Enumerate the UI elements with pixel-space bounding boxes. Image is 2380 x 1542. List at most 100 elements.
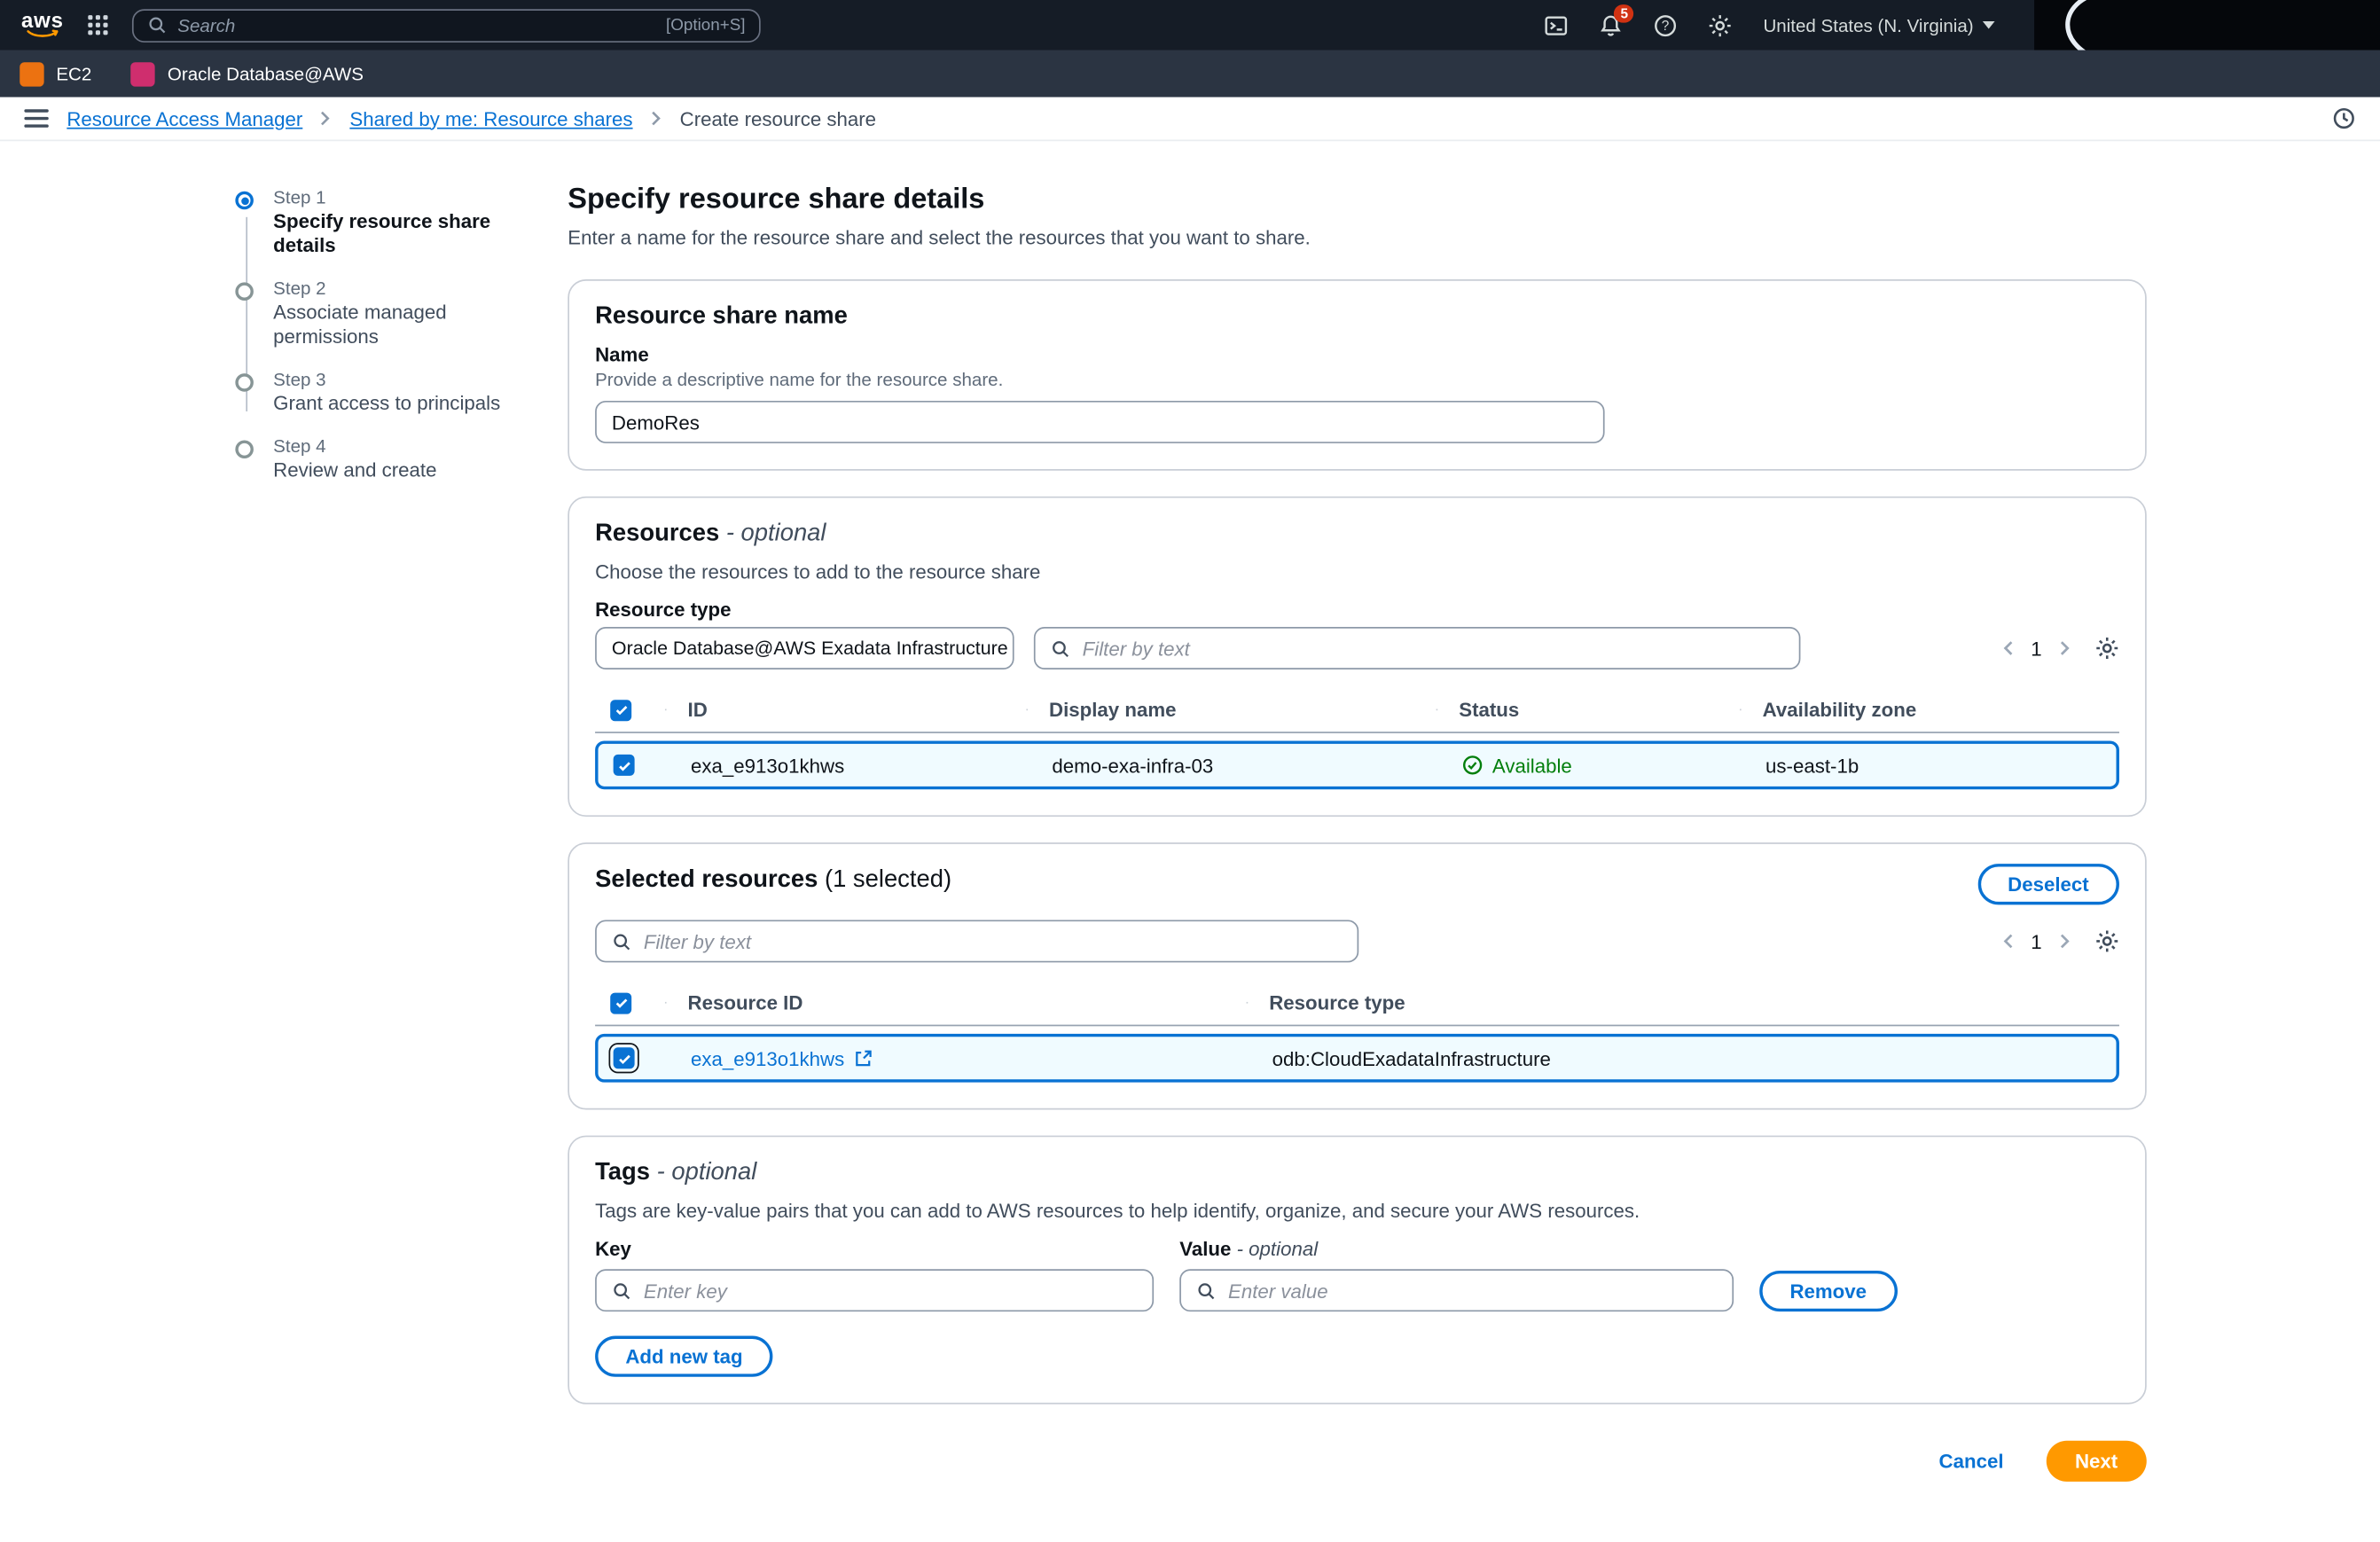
settings-button[interactable] — [1709, 13, 1733, 37]
region-label: United States (N. Virginia) — [1763, 14, 1973, 35]
step-2-indicator — [235, 282, 254, 301]
table-settings-button[interactable] — [2095, 929, 2119, 953]
resources-controls: Oracle Database@AWS Exadata Infrastructu… — [595, 627, 2119, 669]
cloudshell-button[interactable] — [1545, 13, 1569, 37]
region-selector[interactable]: United States (N. Virginia) — [1763, 14, 1994, 35]
tags-optional-label: - optional — [657, 1160, 757, 1186]
prev-page-button[interactable] — [2002, 934, 2013, 949]
cancel-button[interactable]: Cancel — [1939, 1450, 2004, 1473]
tag-row: Key Value - optional Remove — [595, 1237, 2119, 1311]
decorative-corner — [2034, 0, 2380, 50]
resource-share-name-card: Resource share name Name Provide a descr… — [568, 279, 2146, 471]
select-all-checkbox[interactable] — [610, 699, 631, 720]
resources-table-header: ID Display name Status Availability zone — [595, 688, 2119, 733]
tags-card-title: Tags - optional — [595, 1160, 2119, 1187]
wizard-step-3: Step 3 Grant access to principals — [235, 369, 517, 416]
search-shortcut: [Option+S] — [666, 16, 746, 35]
history-icon — [2332, 106, 2356, 130]
tag-key-wrap — [595, 1269, 1154, 1311]
selected-resources-card: Selected resources (1 selected) Deselect… — [568, 842, 2146, 1109]
name-hint: Provide a descriptive name for the resou… — [595, 369, 2119, 390]
page-description: Enter a name for the resource share and … — [568, 226, 2146, 249]
favorite-oracle-database[interactable]: Oracle Database@AWS — [131, 61, 364, 85]
region-caret-icon — [1983, 21, 1995, 29]
name-card-title: Resource share name — [595, 303, 2119, 331]
tags-card: Tags - optional Tags are key-value pairs… — [568, 1136, 2146, 1405]
breadcrumb-chevron-icon — [651, 111, 662, 126]
selected-filter-input[interactable] — [644, 930, 1343, 953]
step-3-number: Step 3 — [273, 369, 500, 390]
step-4-title: Review and create — [273, 458, 436, 482]
search-icon — [1051, 638, 1070, 658]
tag-value-optional: - optional — [1237, 1237, 1319, 1260]
tags-description: Tags are key-value pairs that you can ad… — [595, 1199, 2119, 1222]
resources-card: Resources - optional Choose the resource… — [568, 497, 2146, 817]
aws-console-page: aws [Option+S] 5 ? United States ( — [0, 0, 2380, 1339]
breadcrumb-chevron-icon — [321, 111, 332, 126]
resource-table-row[interactable]: exa_e913o1khws demo-exa-infra-03 Availab… — [595, 740, 2119, 789]
row-checkbox[interactable] — [614, 1047, 635, 1068]
favorite-ec2[interactable]: EC2 — [20, 61, 91, 85]
tag-key-label: Key — [595, 1237, 1154, 1260]
next-page-button[interactable] — [2060, 640, 2071, 655]
svg-text:?: ? — [1663, 18, 1671, 33]
search-input[interactable] — [177, 14, 655, 35]
resource-type-label: Resource type — [595, 599, 2119, 622]
remove-tag-button[interactable]: Remove — [1759, 1271, 1897, 1311]
row-checkbox[interactable] — [614, 755, 635, 776]
step-3-title: Grant access to principals — [273, 392, 500, 416]
page-title: Specify resource share details — [568, 184, 2146, 217]
column-header-display-name: Display name — [1026, 699, 1436, 722]
selected-table-row[interactable]: exa_e913o1khws odb:CloudExadataInfrastru… — [595, 1034, 2119, 1083]
wizard-steps: Step 1 Specify resource share details St… — [235, 184, 517, 503]
hamburger-menu-icon[interactable] — [24, 109, 48, 128]
history-button[interactable] — [2332, 106, 2356, 130]
search-icon — [147, 15, 167, 35]
table-settings-button[interactable] — [2095, 636, 2119, 660]
page-content: Step 1 Specify resource share details St… — [0, 141, 2380, 1542]
aws-logo-text: aws — [21, 12, 64, 28]
tag-key-input[interactable] — [644, 1279, 1137, 1302]
main-column: Specify resource share details Enter a n… — [568, 184, 2146, 1542]
notifications-button[interactable]: 5 — [1600, 13, 1624, 37]
cell-resource-id: exa_e913o1khws — [668, 754, 1029, 777]
aws-logo[interactable]: aws — [21, 12, 64, 39]
select-all-checkbox[interactable] — [610, 992, 631, 1014]
global-search[interactable]: [Option+S] — [132, 8, 761, 42]
tag-value-wrap — [1179, 1269, 1734, 1311]
help-icon: ? — [1654, 13, 1678, 37]
settings-icon — [1709, 13, 1733, 37]
next-page-button[interactable] — [2060, 934, 2071, 949]
notification-badge: 5 — [1615, 4, 1634, 22]
step-1-title: Specify resource share details — [273, 209, 518, 258]
deselect-button[interactable]: Deselect — [1977, 864, 2119, 904]
breadcrumb-shared-by-me[interactable]: Shared by me: Resource shares — [349, 107, 632, 130]
resources-optional-label: - optional — [726, 521, 826, 546]
next-button[interactable]: Next — [2046, 1441, 2146, 1482]
cell-status: Available — [1439, 754, 1742, 777]
cell-availability-zone: us-east-1b — [1742, 754, 2116, 777]
app-grid-icon[interactable] — [88, 15, 107, 35]
selected-count: (1 selected) — [825, 867, 951, 893]
resources-filter-input[interactable] — [1083, 637, 1784, 660]
breadcrumb-bar: Resource Access Manager Shared by me: Re… — [0, 98, 2380, 142]
name-input[interactable] — [612, 411, 1588, 434]
step-4-number: Step 4 — [273, 435, 436, 457]
prev-page-button[interactable] — [2002, 640, 2013, 655]
tag-value-input[interactable] — [1228, 1279, 1717, 1302]
status-available-icon — [1462, 755, 1484, 776]
wizard-footer: Cancel Next — [568, 1441, 2146, 1482]
add-new-tag-button[interactable]: Add new tag — [595, 1336, 773, 1377]
search-icon — [1196, 1280, 1216, 1300]
resource-type-select[interactable]: Oracle Database@AWS Exadata Infrastructu… — [595, 627, 1014, 669]
breadcrumb-ram[interactable]: Resource Access Manager — [67, 107, 302, 130]
column-header-resource-type: Resource type — [1247, 991, 2119, 1014]
top-navigation-bar: aws [Option+S] 5 ? United States ( — [0, 0, 2380, 50]
help-button[interactable]: ? — [1654, 13, 1678, 37]
aws-smile-icon — [26, 28, 59, 39]
external-link-icon — [853, 1048, 873, 1068]
resource-id-link[interactable]: exa_e913o1khws — [691, 1046, 873, 1069]
resources-card-title: Resources - optional — [595, 521, 2119, 548]
selected-card-header: Selected resources (1 selected) Deselect — [595, 864, 2119, 904]
resources-description: Choose the resources to add to the resou… — [595, 560, 2119, 583]
